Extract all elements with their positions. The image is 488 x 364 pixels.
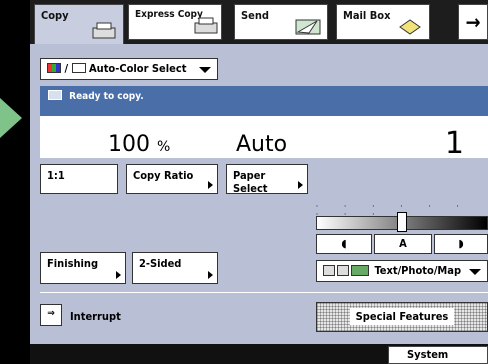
back-arrow-icon[interactable] — [0, 98, 22, 138]
density-auto-button[interactable]: A — [374, 234, 432, 254]
special-features-button[interactable]: Special Features — [316, 302, 488, 332]
paper-select-label: Paper Select — [233, 169, 268, 195]
copy-ratio-display: 100 % — [108, 132, 170, 157]
settings-readout: 100 % Auto 1 — [40, 116, 488, 161]
two-sided-button[interactable]: 2-Sided — [132, 252, 218, 284]
density-knob[interactable] — [397, 212, 407, 232]
one-to-one-label: 1:1 — [47, 169, 65, 182]
copy-ratio-value: 100 — [108, 132, 150, 157]
status-text: Ready to copy. — [69, 91, 144, 102]
copy-status-icon — [48, 90, 62, 100]
divider — [40, 292, 488, 293]
color-mode-select[interactable]: / Auto-Color Select — [40, 58, 218, 80]
interrupt-label: Interrupt — [70, 310, 121, 323]
full-color-icon — [47, 63, 61, 73]
color-mode-label: Auto-Color Select — [88, 62, 187, 75]
tab-copy-label: Copy — [41, 9, 69, 22]
copy-quantity-display: 1 — [444, 126, 464, 161]
density-ticks: ' ' ' ' ' ' ' ' ' ' — [316, 204, 471, 220]
function-tabs: Copy Express Copy Send Mail Box → — [30, 0, 488, 44]
tab-send-label: Send — [241, 9, 269, 22]
photo-original-icon — [337, 265, 349, 276]
two-sided-label: 2-Sided — [139, 257, 182, 270]
send-icon — [295, 19, 321, 35]
copier-icon — [92, 22, 116, 39]
system-monitor-button[interactable]: System Monitor — [388, 346, 488, 364]
one-to-one-button[interactable]: 1:1 — [40, 164, 118, 194]
system-monitor-label: System Monitor — [407, 348, 449, 361]
density-lighter-button[interactable]: ◖ — [316, 234, 372, 254]
submenu-arrow-icon — [116, 271, 121, 279]
color-divider: / — [64, 62, 69, 75]
paper-select-button[interactable]: Paper Select — [226, 164, 308, 195]
original-type-select[interactable]: Text/Photo/Map — [316, 260, 488, 282]
finishing-label: Finishing — [47, 257, 99, 270]
interrupt-icon: ⇒ — [47, 308, 55, 319]
chevron-down-icon — [199, 67, 211, 73]
density-slider[interactable]: ' ' ' ' ' ' ' ' ' ' — [316, 204, 488, 232]
original-type-label: Text/Photo/Map — [374, 264, 462, 277]
density-darker-button[interactable]: ◗ — [434, 234, 488, 254]
tab-scroll-right-button[interactable]: → — [458, 4, 488, 40]
copier-icon — [194, 17, 218, 34]
tab-express-copy[interactable]: Express Copy — [128, 4, 222, 40]
arrow-right-icon: → — [465, 10, 481, 34]
lighter-icon: ◖ — [341, 237, 347, 250]
special-features-label: Special Features — [349, 308, 455, 325]
submenu-arrow-icon — [208, 181, 213, 189]
darker-icon: ◗ — [458, 237, 464, 250]
map-original-icon — [351, 265, 369, 276]
black-white-icon — [71, 63, 86, 73]
copy-ratio-button[interactable]: Copy Ratio — [126, 164, 218, 194]
density-auto-label: A — [399, 237, 407, 250]
submenu-arrow-icon — [298, 181, 303, 189]
footer-bar: System Monitor — [30, 344, 488, 364]
tab-mail-box-label: Mail Box — [343, 9, 391, 22]
copy-ratio-label: Copy Ratio — [133, 169, 194, 182]
interrupt-button[interactable]: ⇒ — [40, 304, 62, 326]
tab-mail-box[interactable]: Mail Box — [336, 4, 430, 40]
chevron-down-icon — [469, 269, 481, 275]
status-bar: Ready to copy. — [40, 86, 488, 116]
copy-ratio-unit: % — [157, 139, 171, 155]
tab-send[interactable]: Send — [234, 4, 328, 40]
tab-copy[interactable]: Copy — [34, 4, 124, 44]
mailbox-icon — [399, 19, 421, 35]
copier-screen: Copy Express Copy Send Mail Box → / Auto… — [30, 0, 488, 364]
finishing-button[interactable]: Finishing — [40, 252, 126, 284]
submenu-arrow-icon — [208, 271, 213, 279]
text-original-icon — [323, 265, 335, 276]
paper-size-display: Auto — [236, 132, 288, 157]
